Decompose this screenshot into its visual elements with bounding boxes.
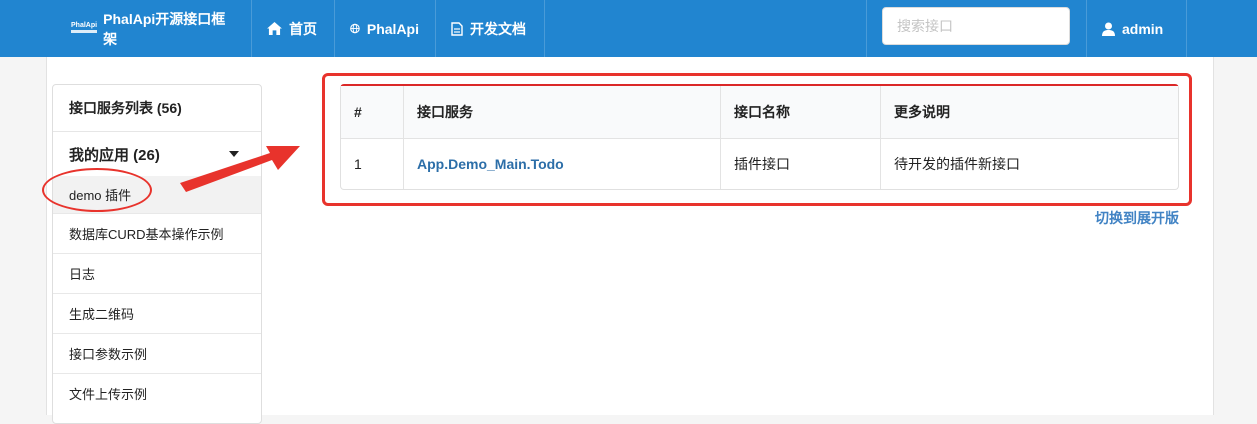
annotation-arrow-icon xyxy=(180,146,300,192)
